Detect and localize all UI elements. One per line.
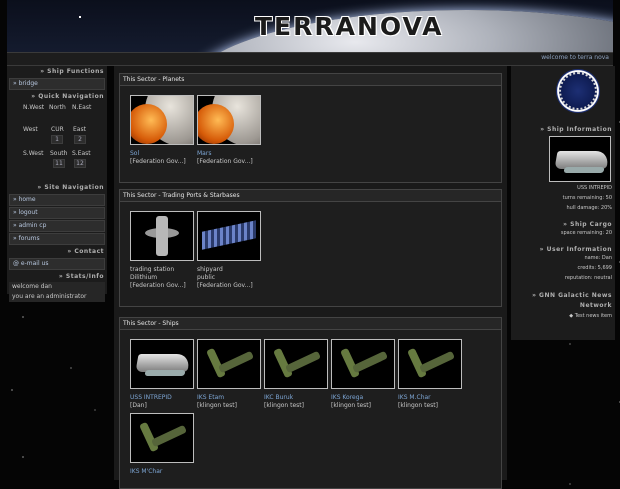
hull-damage: hull damage: 20% — [566, 205, 612, 211]
ship-tile[interactable]: IKS Korega [klingon test] — [331, 339, 397, 409]
planets-heading: This Sector - Planets — [120, 74, 501, 86]
cargo-space: space remaining: 20 — [560, 230, 612, 236]
planet-name[interactable]: Mars — [197, 150, 263, 157]
news-heading: » GNN Galactic News Network — [532, 292, 612, 309]
stats-heading: » Stats/Info — [58, 273, 104, 280]
ship-name[interactable]: USS INTREPID — [130, 394, 196, 401]
nav-east[interactable]: East — [73, 126, 86, 133]
turns-remaining: turns remaining: 50 — [562, 195, 612, 201]
nav-east-number[interactable]: 2 — [74, 135, 86, 144]
site-banner: TERRANOVA — [7, 0, 613, 52]
ships-heading: This Sector - Ships — [120, 318, 501, 330]
nav-seast[interactable]: S.East — [72, 150, 91, 157]
ship-name[interactable]: IKS Etam — [197, 394, 263, 401]
user-name: name: Dan — [584, 255, 612, 261]
right-sidebar: » Ship Information USS INTREPID turns re… — [511, 66, 615, 340]
nav-swest[interactable]: S.West — [23, 150, 43, 157]
user-information-heading: » User Information — [539, 246, 612, 253]
contact-heading: » Contact — [67, 248, 104, 255]
ship-owner: [klingon test] — [197, 402, 238, 409]
user-reputation: reputation: neutral — [564, 275, 612, 281]
ships-section: This Sector - Ships USS INTREPID [Dan] I… — [119, 317, 502, 489]
port-name[interactable]: trading station — [130, 266, 196, 273]
nav-west[interactable]: West — [23, 126, 38, 133]
ship-name[interactable]: IKS M'Char — [130, 468, 196, 475]
nav-seast-number[interactable]: 12 — [74, 159, 86, 168]
nav-south-number[interactable]: 11 — [53, 159, 65, 168]
ship-image — [511, 133, 615, 183]
port-commodity: Dilithium — [130, 274, 158, 281]
planet-owner: [Federation Gov...] — [130, 158, 186, 165]
ship-tile[interactable]: IKS M'Char — [130, 413, 196, 475]
port-name[interactable]: shipyard — [197, 266, 263, 273]
ship-thumbnail[interactable] — [130, 339, 194, 389]
nav-neast[interactable]: N.East — [72, 104, 91, 111]
federation-emblem-icon — [556, 69, 600, 113]
nav-bridge[interactable]: » bridge — [9, 78, 105, 90]
ship-owner: [Dan] — [130, 402, 147, 409]
nav-current-number: 1 — [51, 135, 63, 144]
ship-tile[interactable]: USS INTREPID [Dan] — [130, 339, 196, 409]
news-item[interactable]: ◆ Test news item — [511, 311, 615, 321]
current-ship-thumbnail[interactable] — [549, 136, 611, 182]
left-sidebar: » Ship Functions » bridge » Quick Naviga… — [7, 66, 107, 302]
port-tile[interactable]: trading station Dilithium [Federation Go… — [130, 211, 196, 289]
ship-name[interactable]: IKC Buruk — [264, 394, 330, 401]
planet-thumbnail[interactable] — [130, 95, 194, 145]
stats-welcome: welcome dan — [9, 282, 105, 292]
ship-thumbnail[interactable] — [398, 339, 462, 389]
ports-heading: This Sector - Trading Ports & Starbases — [120, 190, 501, 202]
ship-thumbnail[interactable] — [197, 339, 261, 389]
ship-information-heading: » Ship Information — [540, 126, 612, 133]
ship-tile[interactable]: IKS M.Char [klingon test] — [398, 339, 464, 409]
quick-navigation-heading: » Quick Navigation — [31, 93, 104, 100]
planet-owner: [Federation Gov...] — [197, 158, 253, 165]
ship-name: USS INTREPID — [577, 185, 612, 191]
ship-owner: [klingon test] — [398, 402, 439, 409]
quick-navigation-grid: N.West North N.East West CUR East 1 2 S.… — [7, 102, 107, 182]
ship-functions-heading: » Ship Functions — [40, 68, 104, 75]
welcome-text: welcome to terra nova — [541, 54, 609, 61]
ship-owner: [klingon test] — [331, 402, 372, 409]
planet-tile[interactable]: Sol [Federation Gov...] — [130, 95, 196, 165]
ship-cargo-heading: » Ship Cargo — [563, 221, 612, 228]
ship-name[interactable]: IKS M.Char — [398, 394, 464, 401]
port-tile[interactable]: shipyard public [Federation Gov...] — [197, 211, 263, 289]
port-owner: [Federation Gov...] — [197, 282, 253, 289]
ship-thumbnail[interactable] — [331, 339, 395, 389]
nav-current: CUR — [51, 126, 64, 133]
stats-role: you are an administrator — [9, 292, 105, 302]
ship-tile[interactable]: IKC Buruk [klingon test] — [264, 339, 330, 409]
nav-north[interactable]: North — [49, 104, 66, 111]
ship-owner: [klingon test] — [264, 402, 305, 409]
email-us-link[interactable]: @ e-mail us — [9, 258, 105, 270]
nav-forums[interactable]: » forums — [9, 233, 105, 245]
ship-thumbnail[interactable] — [264, 339, 328, 389]
ship-thumbnail[interactable] — [130, 413, 194, 463]
planet-thumbnail[interactable] — [197, 95, 261, 145]
nav-admin-cp[interactable]: » admin cp — [9, 220, 105, 232]
nav-home[interactable]: » home — [9, 194, 105, 206]
star-dot — [79, 16, 81, 18]
ports-section: This Sector - Trading Ports & Starbases … — [119, 189, 502, 307]
planet-name[interactable]: Sol — [130, 150, 196, 157]
port-thumbnail[interactable] — [197, 211, 261, 261]
nav-nwest[interactable]: N.West — [23, 104, 44, 111]
ship-tile[interactable]: IKS Etam [klingon test] — [197, 339, 263, 409]
site-navigation-heading: » Site Navigation — [37, 184, 104, 191]
port-owner: [Federation Gov...] — [130, 282, 186, 289]
welcome-bar: welcome to terra nova — [7, 52, 613, 66]
user-credits: credits: 5,699 — [577, 265, 613, 271]
planets-section: This Sector - Planets Sol [Federation Go… — [119, 73, 502, 183]
main-content: This Sector - Planets Sol [Federation Go… — [114, 66, 507, 489]
site-title: TERRANOVA — [255, 12, 444, 41]
news-item-text[interactable]: Test news item — [575, 313, 612, 319]
ship-name[interactable]: IKS Korega — [331, 394, 397, 401]
planet-tile[interactable]: Mars [Federation Gov...] — [197, 95, 263, 165]
port-thumbnail[interactable] — [130, 211, 194, 261]
nav-south[interactable]: South — [50, 150, 67, 157]
port-access: public — [197, 274, 216, 281]
nav-logout[interactable]: » logout — [9, 207, 105, 219]
